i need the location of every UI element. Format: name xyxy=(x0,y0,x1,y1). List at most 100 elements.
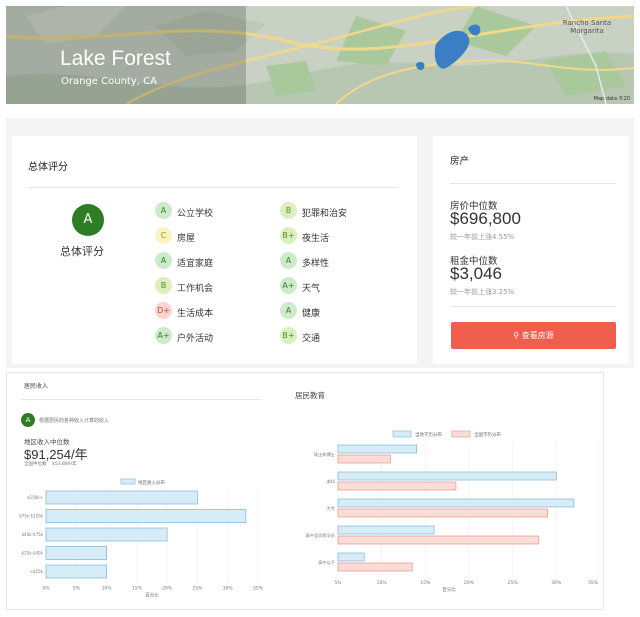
median-price-value: $696,800 xyxy=(450,209,521,228)
grade-badge: A xyxy=(280,252,297,269)
grade-badge: B xyxy=(280,202,297,219)
category-label: <$25k xyxy=(30,569,44,574)
grade-badge: C xyxy=(155,227,172,244)
grade-label: 工作机会 xyxy=(177,284,214,294)
bar xyxy=(45,546,107,560)
bar-local xyxy=(337,471,557,481)
grade-badge: A+ xyxy=(280,277,297,294)
category-label: $25k-$45k xyxy=(22,551,44,556)
income-chart: 地区收入分布 0% 5% 10% 15% 20% 25% 30% 35% $150k+ $75k-$… xyxy=(19,478,264,599)
bar-national xyxy=(337,535,540,545)
income-national-label: 全国中位数 xyxy=(24,462,47,467)
grade-badge: A+ xyxy=(155,327,172,344)
grade-label: 多样性 xyxy=(302,259,330,269)
grade-badge: B xyxy=(155,277,172,294)
map-header[interactable]: Lake Forest Orange County, CA Rancho San… xyxy=(6,6,634,104)
tick-label: 10% xyxy=(102,586,113,592)
overall-grade-label: 总体评分 xyxy=(60,245,104,258)
divider xyxy=(450,306,616,307)
category-label: $45k-$75k xyxy=(22,532,44,537)
category-label: $150k+ xyxy=(27,495,43,500)
grade-label: 房屋 xyxy=(177,234,196,244)
divider xyxy=(21,399,261,400)
map-place-label: Rancho Santa Margarita xyxy=(562,19,612,35)
grade-label: 交通 xyxy=(302,334,321,344)
bar xyxy=(45,490,198,505)
income-grade-note: 根据居民的各种收入计算的收入 xyxy=(39,418,110,424)
tick-label: 20% xyxy=(464,580,475,586)
category-label: 大专 xyxy=(327,505,335,512)
city-title: Lake Forest xyxy=(60,47,171,70)
search-icon: ⚲ xyxy=(513,331,520,340)
category-label: 高中及同等学历 xyxy=(306,532,335,539)
grade-badge: B+ xyxy=(280,327,297,344)
median-rent-value: $3,046 xyxy=(450,264,502,283)
tick-label: 30% xyxy=(551,580,562,586)
bar-national xyxy=(337,508,548,518)
grade-label: 适宜家庭 xyxy=(177,259,214,269)
grade-badge: D+ xyxy=(155,302,172,319)
bar xyxy=(45,509,247,523)
category-label: 硕士和博士 xyxy=(314,451,335,458)
income-national-value: $53,889/年 xyxy=(52,462,77,467)
education-title: 居民教育 xyxy=(295,391,325,400)
education-chart: 当地学历分布 全国学历分布 5% 10% 15% 20% 25% 30% 35% 硕士和博士本科大… xyxy=(306,430,599,593)
tick-label: 20% xyxy=(162,586,173,592)
bar-national xyxy=(337,454,391,464)
bar-local xyxy=(337,444,417,454)
legend-swatch xyxy=(451,430,471,438)
tick-label: 15% xyxy=(420,580,431,586)
grade-label: 户外活动 xyxy=(177,334,214,344)
legend-label: 全国学历分布 xyxy=(474,431,501,438)
tick-label: 35% xyxy=(253,586,264,592)
grade-label: 生活成本 xyxy=(177,309,214,319)
bar-national xyxy=(337,562,413,572)
tick-label: 35% xyxy=(588,580,599,586)
category-label: 本科 xyxy=(327,478,336,485)
grade-label: 犯罪和治安 xyxy=(302,209,348,219)
legend-label: 当地学历分布 xyxy=(415,431,442,438)
income-title: 居民收入 xyxy=(24,383,49,390)
grade-badge: B+ xyxy=(280,227,297,244)
map-attribution[interactable]: Map data ©20 xyxy=(594,96,630,102)
grade-label: 公立学校 xyxy=(177,209,214,219)
bar xyxy=(45,564,107,579)
overall-title: 总体评分 xyxy=(28,162,68,173)
housing-title: 房产 xyxy=(450,156,470,167)
tick-label: 10% xyxy=(377,580,388,586)
tick-label: 5% xyxy=(73,586,81,592)
category-label: 高中以下 xyxy=(318,559,335,566)
tick-label: 30% xyxy=(223,586,234,592)
category-label: $75k-$150k xyxy=(19,514,44,519)
legend-swatch xyxy=(120,478,136,485)
bar-local xyxy=(337,552,365,562)
tick-label: 25% xyxy=(192,586,203,592)
bar xyxy=(45,527,168,542)
x-axis-label: 百分比 xyxy=(145,592,159,599)
grade-label: 夜生活 xyxy=(302,234,330,244)
tick-label: 0% xyxy=(42,586,50,592)
legend-swatch xyxy=(392,430,412,438)
view-listings-button[interactable]: ⚲ 查看房源 xyxy=(451,322,616,349)
tick-label: 15% xyxy=(132,586,143,592)
grade-label: 天气 xyxy=(302,284,321,294)
divider xyxy=(28,187,398,188)
grade-badge: A xyxy=(280,302,297,319)
median-price-change: 较一年前上涨4.55% xyxy=(450,233,515,241)
legend-label: 地区收入分布 xyxy=(138,479,165,486)
bar-local xyxy=(337,525,435,535)
grade-badge: A xyxy=(155,252,172,269)
x-axis-label: 百分比 xyxy=(442,586,456,593)
page: Lake Forest Orange County, CA Rancho San… xyxy=(0,0,640,617)
tick-label: 5% xyxy=(334,580,342,586)
median-rent-change: 较一年前上涨3.25% xyxy=(450,288,515,296)
overall-grade-badge: A xyxy=(72,204,104,236)
income-grade-badge: A xyxy=(21,413,35,427)
tick-label: 25% xyxy=(508,580,519,586)
grade-badge: A xyxy=(155,202,172,219)
grade-label: 健康 xyxy=(302,309,321,319)
county-subtitle: Orange County, CA xyxy=(61,76,157,87)
view-listings-label: 查看房源 xyxy=(521,331,554,340)
divider xyxy=(450,183,616,184)
bar-local xyxy=(337,498,575,508)
